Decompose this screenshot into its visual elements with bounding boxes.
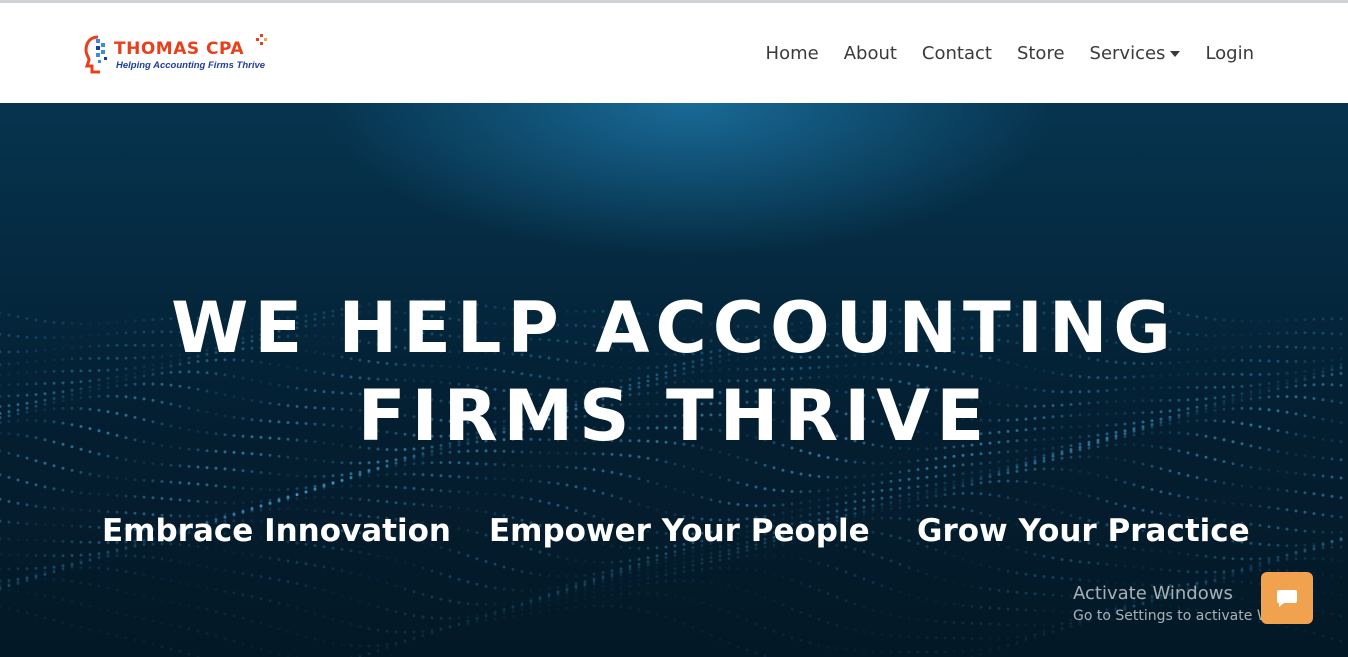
main-navigation: Home About Contact Store Services Login (766, 3, 1254, 103)
windows-activation-watermark: Activate Windows Go to Settings to activ… (1073, 583, 1271, 624)
nav-contact[interactable]: Contact (922, 43, 992, 64)
brand-head-icon (84, 35, 107, 74)
brand-name: THOMAS CPA (114, 39, 245, 59)
watermark-subtitle: Go to Settings to activate W (1073, 608, 1271, 624)
hero-headline-line2: FIRMS THRIVE (357, 375, 991, 457)
nav-contact-label: Contact (921, 42, 992, 64)
nav-about[interactable]: About (844, 43, 897, 64)
pillar-people: Empower Your People (489, 513, 870, 549)
nav-services-label: Services (1089, 42, 1166, 64)
nav-login[interactable]: Login (1205, 43, 1254, 64)
hero-banner: WE HELP ACCOUNTING FIRMS THRIVE Embrace … (0, 103, 1348, 657)
nav-home[interactable]: Home (766, 43, 819, 64)
caret-down-icon (1170, 51, 1181, 57)
nav-login-label: Login (1205, 42, 1254, 64)
chat-bubble-icon (1277, 590, 1297, 607)
pillar-innovation: Embrace Innovation (102, 513, 451, 549)
brand-dots-icon (256, 34, 267, 45)
hero-headline-line1: WE HELP ACCOUNTING (171, 287, 1177, 369)
brand-logo[interactable]: THOMAS CPA Helping Accounting Firms Thri… (84, 31, 274, 79)
site-header: THOMAS CPA Helping Accounting Firms Thri… (0, 3, 1348, 103)
brand-tagline: Helping Accounting Firms Thrive (116, 60, 266, 71)
nav-services-dropdown[interactable]: Services (1090, 43, 1181, 64)
nav-about-label: About (843, 42, 897, 64)
pillar-practice: Grow Your Practice (917, 513, 1250, 549)
chat-widget-button[interactable] (1261, 572, 1313, 624)
nav-store-label: Store (1016, 42, 1065, 64)
nav-store[interactable]: Store (1017, 43, 1065, 64)
watermark-title: Activate Windows (1073, 583, 1233, 604)
nav-home-label: Home (765, 42, 819, 64)
hero-pillars: Embrace Innovation Empower Your People G… (0, 513, 1348, 553)
